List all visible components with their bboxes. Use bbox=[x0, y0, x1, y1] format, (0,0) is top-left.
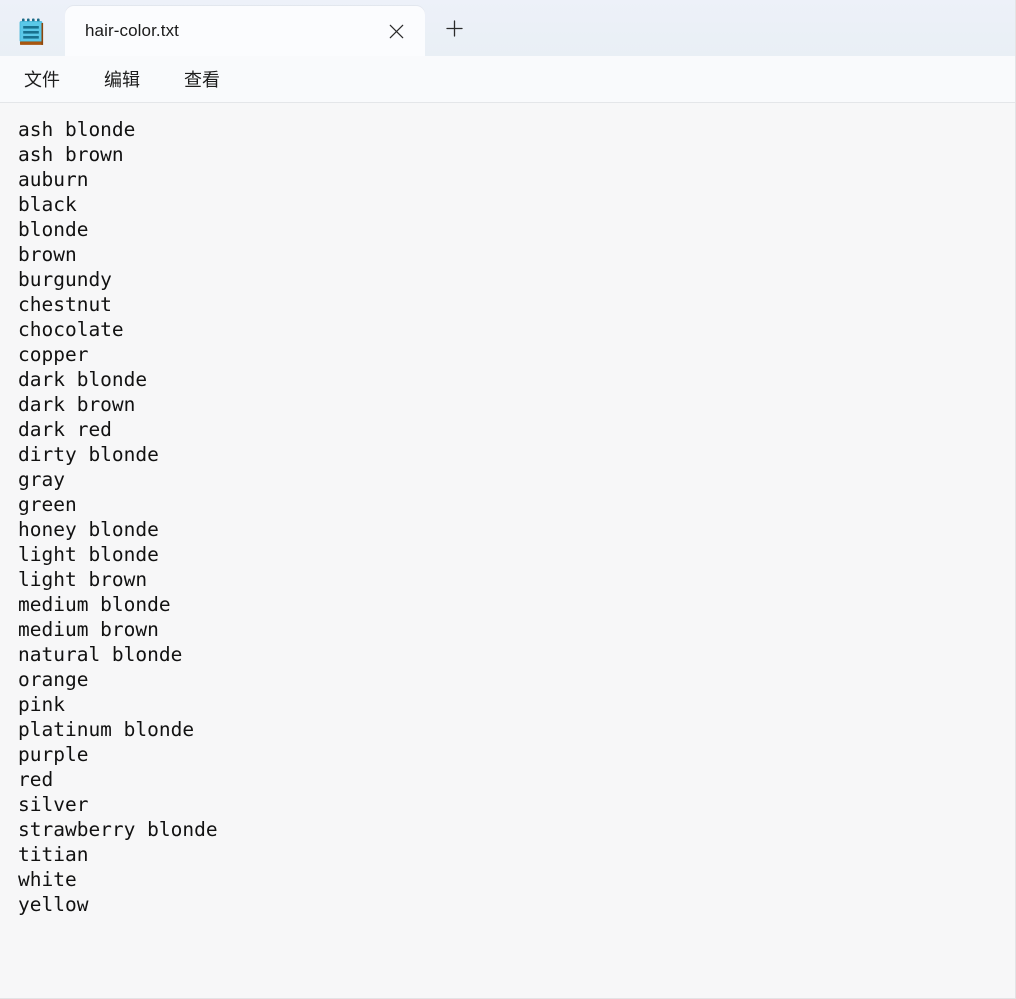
tab-strip: hair-color.txt bbox=[0, 0, 483, 56]
editor-line: ash brown bbox=[18, 143, 124, 166]
plus-icon bbox=[445, 20, 463, 42]
editor-line: dirty blonde bbox=[18, 443, 159, 466]
menu-item-view[interactable]: 查看 bbox=[170, 61, 234, 97]
editor-line: yellow bbox=[18, 893, 89, 916]
editor-line: white bbox=[18, 868, 77, 891]
editor-line: medium brown bbox=[18, 618, 159, 641]
notepad-app-icon bbox=[16, 15, 47, 48]
editor-line: brown bbox=[18, 243, 77, 266]
editor-line: honey blonde bbox=[18, 518, 159, 541]
editor-line: green bbox=[18, 493, 77, 516]
editor-line: platinum blonde bbox=[18, 718, 195, 741]
editor-line: chocolate bbox=[18, 318, 124, 341]
editor-line: red bbox=[18, 768, 54, 791]
editor-line: burgundy bbox=[18, 268, 112, 291]
editor-line: pink bbox=[18, 693, 65, 716]
text-editor-area[interactable]: ash blonde ash brown auburn black blonde brow… bbox=[0, 104, 1015, 998]
editor-line: ash blonde bbox=[18, 118, 136, 141]
tab-hair-color[interactable]: hair-color.txt bbox=[65, 6, 425, 56]
editor-line: natural blonde bbox=[18, 643, 183, 666]
editor-line: copper bbox=[18, 343, 89, 366]
editor-line: medium blonde bbox=[18, 593, 171, 616]
editor-line: dark blonde bbox=[18, 368, 148, 391]
menu-item-file[interactable]: 文件 bbox=[10, 61, 74, 97]
editor-line: strawberry blonde bbox=[18, 818, 218, 841]
close-icon[interactable] bbox=[381, 16, 411, 46]
editor-line: gray bbox=[18, 468, 65, 491]
editor-line: dark red bbox=[18, 418, 112, 441]
editor-line: dark brown bbox=[18, 393, 136, 416]
editor-line: silver bbox=[18, 793, 89, 816]
editor-line: titian bbox=[18, 843, 89, 866]
new-tab-button[interactable] bbox=[425, 6, 483, 56]
editor-line: light brown bbox=[18, 568, 148, 591]
editor-line: orange bbox=[18, 668, 89, 691]
editor-line: auburn bbox=[18, 168, 89, 191]
editor-line: light blonde bbox=[18, 543, 159, 566]
menu-bar: 文件 编辑 查看 bbox=[0, 56, 1015, 103]
editor-line: black bbox=[18, 193, 77, 216]
notepad-window: hair-color.txt 文件 编辑 查看 ash blonde ash b… bbox=[0, 0, 1016, 999]
editor-line: blonde bbox=[18, 218, 89, 241]
tab-title: hair-color.txt bbox=[85, 21, 179, 40]
menu-item-edit[interactable]: 编辑 bbox=[90, 61, 154, 97]
editor-line: chestnut bbox=[18, 293, 112, 316]
title-bar: hair-color.txt bbox=[0, 0, 1015, 56]
editor-line: purple bbox=[18, 743, 89, 766]
